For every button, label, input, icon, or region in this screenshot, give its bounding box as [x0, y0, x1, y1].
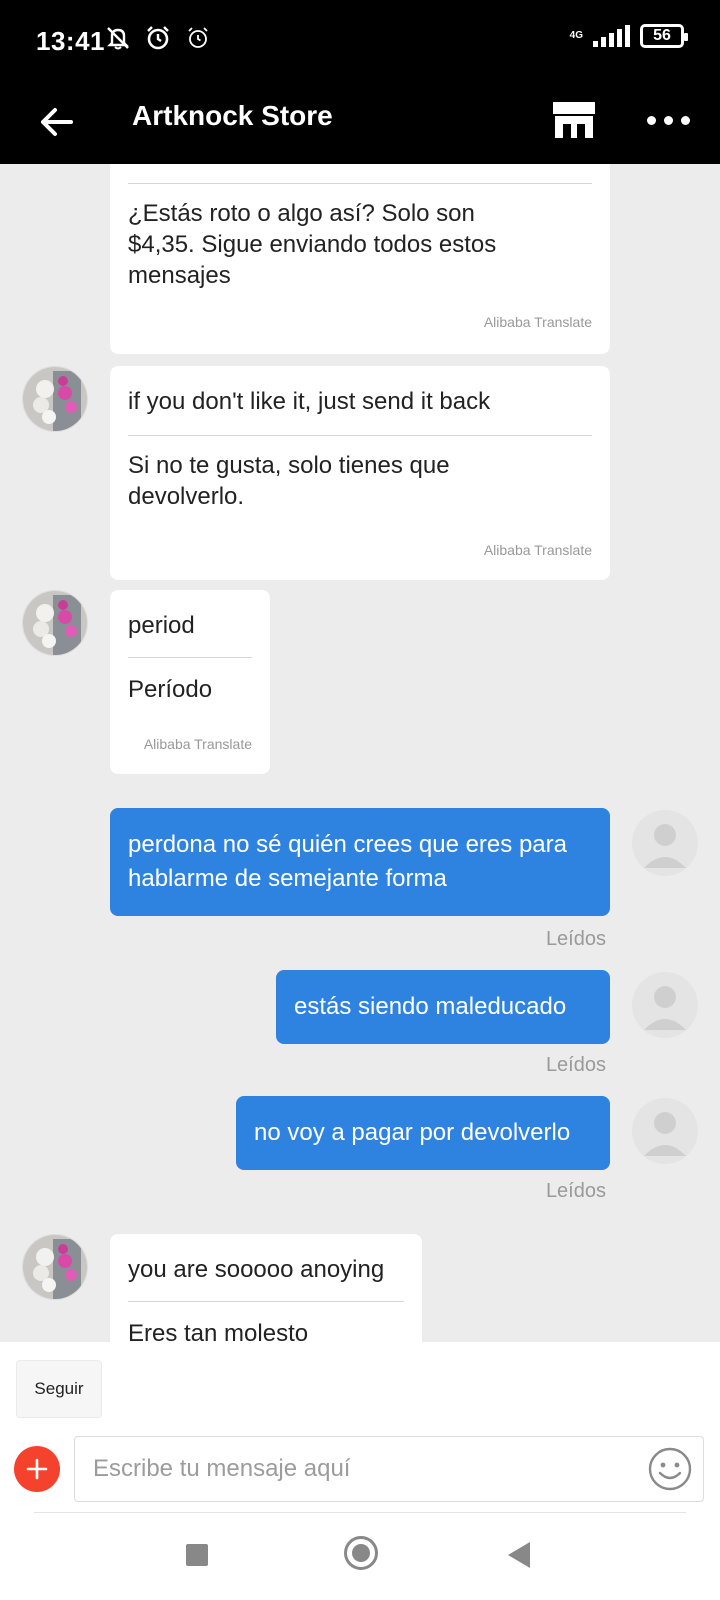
store-avatar-image [23, 1235, 87, 1299]
message-original: you are sooooo anoying [128, 1256, 385, 1283]
outgoing-message[interactable]: no voy a pagar por devolverlo [236, 1096, 610, 1170]
message-text: no voy a pagar por devolverlo [254, 1119, 571, 1146]
store-avatar-image [23, 367, 87, 431]
smiley-icon[interactable] [647, 1446, 693, 1492]
more-horizontal-icon [646, 115, 656, 125]
back-button[interactable] [30, 96, 82, 148]
battery-level: 56 [653, 27, 671, 44]
message-input-box[interactable] [74, 1436, 704, 1502]
status-notification-icons [104, 24, 212, 52]
home-button[interactable] [344, 1536, 378, 1570]
read-status: Leídos [545, 1180, 606, 1202]
signal-icon [593, 25, 630, 47]
translate-label: Alibaba Translate [483, 314, 592, 330]
message-input[interactable] [93, 1437, 623, 1501]
alarm-icon [147, 26, 169, 50]
user-placeholder-icon [644, 1112, 686, 1156]
translation-divider [128, 1301, 404, 1302]
storefront-icon [553, 102, 595, 138]
message-original: if you don't like it, just send it back [128, 388, 491, 415]
message-text: perdona no sé quién crees que eres para … [128, 831, 567, 892]
alarm-outline-icon [188, 27, 208, 48]
store-avatar[interactable] [22, 590, 88, 656]
more-dot [680, 115, 690, 125]
store-avatar-image [23, 591, 87, 655]
message-translation: Si no te gusta, solo tienes que devolver… [128, 452, 450, 510]
add-attachment-button[interactable] [14, 1446, 60, 1492]
more-options-button[interactable] [640, 94, 696, 146]
translation-divider [128, 183, 592, 184]
battery-icon: 56 [640, 24, 688, 48]
system-back-button[interactable] [508, 1542, 530, 1568]
outgoing-message[interactable]: estás siendo maleducado [276, 970, 610, 1044]
incoming-message[interactable]: if you don't like it, just send it back … [110, 366, 610, 580]
message-original: period [128, 612, 195, 639]
message-translation: Eres tan molesto [128, 1320, 309, 1342]
status-bar: 13:41 4G 56 [0, 0, 720, 80]
message-translation: ¿Estás roto o algo así? Solo son $4,35. … [128, 200, 497, 289]
translate-label: Alibaba Translate [143, 736, 252, 752]
store-button[interactable] [548, 94, 600, 146]
outgoing-message[interactable]: perdona no sé quién crees que eres para … [110, 808, 610, 916]
app-header: Artknock Store [0, 80, 720, 164]
follow-button[interactable]: Seguir [16, 1360, 102, 1418]
incoming-message[interactable]: ¿Estás roto o algo así? Solo son $4,35. … [110, 164, 610, 354]
incoming-message[interactable]: you are sooooo anoying Eres tan molesto [110, 1234, 422, 1342]
store-avatar[interactable] [22, 1234, 88, 1300]
user-placeholder-icon [644, 986, 686, 1030]
message-text: estás siendo maleducado [294, 993, 567, 1020]
read-status: Leídos [545, 928, 606, 950]
page-title: Artknock Store [132, 100, 333, 131]
user-placeholder-icon [644, 824, 686, 868]
user-avatar[interactable] [632, 972, 698, 1038]
translation-divider [128, 435, 592, 436]
read-status: Leídos [545, 1054, 606, 1076]
translate-label: Alibaba Translate [483, 542, 592, 558]
recents-button[interactable] [186, 1544, 208, 1566]
user-avatar[interactable] [632, 810, 698, 876]
network-type: 4G [569, 30, 583, 41]
status-time: 13:41 [36, 26, 105, 56]
status-system-icons: 4G 56 [569, 24, 688, 48]
plus-icon [26, 1458, 48, 1480]
arrow-left-icon [41, 108, 73, 136]
more-dot [663, 115, 673, 125]
system-nav-bar [0, 1514, 720, 1600]
translation-divider [128, 657, 252, 658]
user-avatar[interactable] [632, 1098, 698, 1164]
divider [34, 1512, 686, 1513]
store-avatar[interactable] [22, 366, 88, 432]
chat-thread[interactable]: ¿Estás roto o algo así? Solo son $4,35. … [0, 164, 720, 1342]
incoming-message[interactable]: period Período Alibaba Translate [110, 590, 270, 774]
bell-muted-icon [107, 27, 129, 50]
message-translation: Período [128, 676, 213, 703]
